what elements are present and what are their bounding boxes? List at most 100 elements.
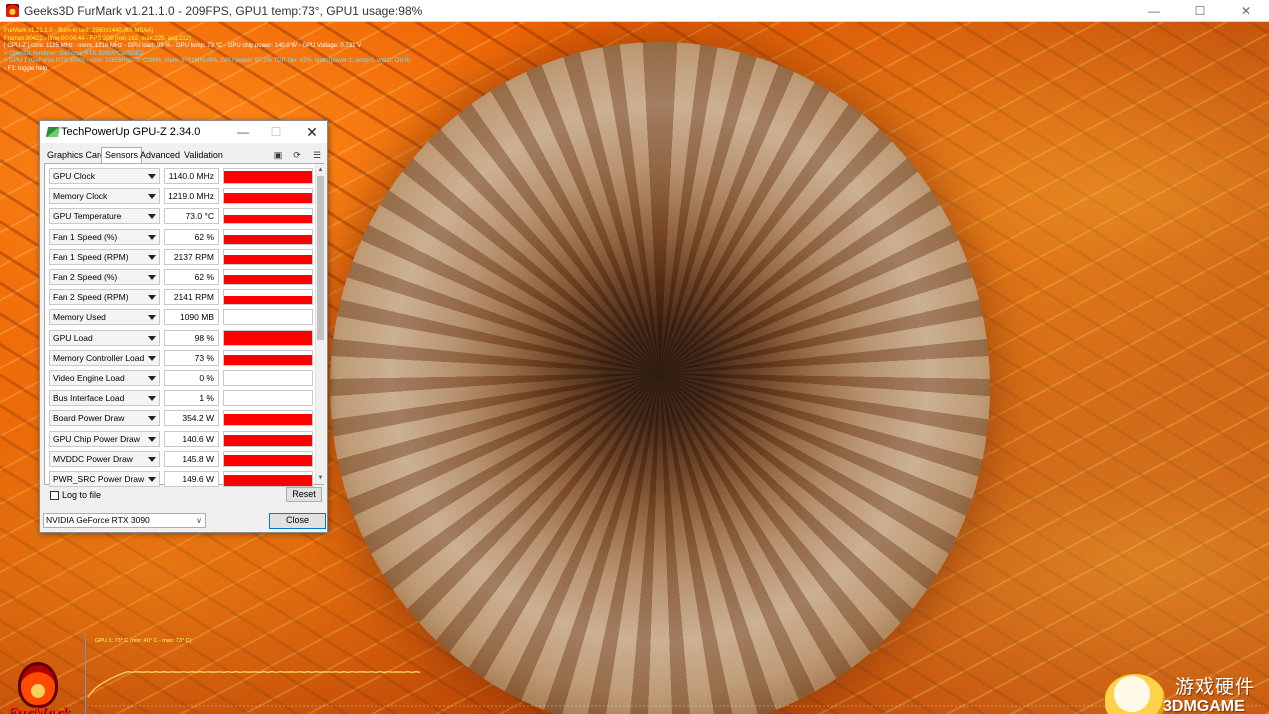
fur-donut: [330, 42, 990, 714]
tab-advanced[interactable]: Advanced: [137, 148, 183, 163]
scroll-down-icon[interactable]: ▼: [316, 474, 325, 482]
sensor-value: 62 %: [164, 228, 219, 245]
sensor-row: MVDDC Power Draw 145.8 W: [49, 450, 315, 467]
sensor-name: Fan 1 Speed (%): [53, 231, 118, 242]
sensor-graph: [223, 370, 313, 386]
osd-line: - F1: toggle help: [4, 65, 48, 72]
furmark-maximize-button[interactable]: ☐: [1177, 0, 1223, 22]
sensor-name: Fan 2 Speed (%): [53, 272, 118, 282]
sensor-value: 0 %: [164, 370, 219, 386]
sensor-name-dropdown[interactable]: GPU Chip Power Draw: [49, 430, 160, 447]
close-button[interactable]: Close: [269, 513, 326, 529]
sensor-name: GPU Clock: [53, 171, 96, 181]
sensor-name-dropdown[interactable]: Bus Interface Load: [49, 390, 160, 407]
tab-validation[interactable]: Validation: [181, 148, 226, 163]
sensor-name-dropdown[interactable]: GPU Temperature: [49, 208, 160, 225]
sensor-name-dropdown[interactable]: Memory Clock: [49, 188, 160, 205]
sensor-name-dropdown[interactable]: Memory Used: [49, 309, 160, 326]
sensor-row: Fan 1 Speed (%) 62 %: [49, 228, 315, 245]
dropdown-arrow-icon: [148, 456, 156, 462]
log-to-file-checkbox[interactable]: [50, 491, 59, 500]
sensor-value: 354.2 W: [164, 410, 219, 427]
dropdown-arrow-icon: [148, 376, 156, 381]
sensor-name-dropdown[interactable]: GPU Clock: [49, 168, 160, 184]
furmark-app-icon: [6, 4, 19, 17]
furmark-logo: FurMark: [4, 662, 74, 714]
sensor-name-dropdown[interactable]: Memory Controller Load: [49, 349, 160, 366]
refresh-icon[interactable]: ⟳: [290, 149, 304, 161]
sensor-row: Memory Clock 1219.0 MHz: [49, 188, 315, 205]
dropdown-arrow-icon: [148, 355, 156, 361]
sensor-row: Fan 1 Speed (RPM) 2137 RPM: [49, 248, 315, 265]
camera-icon[interactable]: ▣: [271, 149, 285, 161]
sensor-graph: [223, 228, 313, 245]
watermark-en-text: 3DMGAME: [1163, 698, 1245, 714]
scroll-up-icon[interactable]: ▲: [316, 166, 325, 174]
gpuz-minimize-button[interactable]: —: [225, 121, 261, 143]
sensor-graph: [223, 390, 313, 407]
sensor-name-dropdown[interactable]: Fan 1 Speed (RPM): [49, 248, 160, 265]
furmark-titlebar: Geeks3D FurMark v1.21.1.0 - 209FPS, GPU1…: [0, 0, 1269, 22]
sensor-row: GPU Load 98 %: [49, 329, 315, 346]
sensor-graph-fill: [224, 193, 312, 204]
sensor-row: Video Engine Load 0 %: [49, 370, 315, 386]
sensor-name: GPU Temperature: [53, 211, 122, 222]
sensor-row: GPU Temperature 73.0 °C: [49, 208, 315, 225]
sensor-value: 73.0 °C: [164, 208, 219, 225]
sensors-panel: GPU Clock 1140.0 MHz Memory Clock 1219.0 MH…: [44, 163, 325, 487]
sensor-graph-fill: [224, 275, 312, 284]
gpu-select-dropdown[interactable]: NVIDIA GeForce RTX 3090 ∨: [43, 513, 206, 528]
sensor-name-dropdown[interactable]: GPU Load: [49, 329, 160, 346]
sensor-name-dropdown[interactable]: Board Power Draw: [49, 410, 160, 427]
furmark-minimize-button[interactable]: —: [1131, 0, 1177, 22]
sensor-value: 1090 MB: [164, 309, 219, 326]
sensor-graph: [223, 188, 313, 205]
gpuz-titlebar: TechPowerUp GPU-Z 2.34.0 — ☐ ✕: [40, 121, 327, 143]
sensor-row: Board Power Draw 354.2 W: [49, 410, 315, 427]
osd-line: > OpenGL renderer: GeForce RTX 3090/PCIe…: [4, 50, 144, 57]
gpuz-maximize-button: ☐: [270, 125, 282, 139]
reset-button[interactable]: Reset: [286, 487, 322, 502]
sensor-name-dropdown[interactable]: Fan 2 Speed (%): [49, 269, 160, 285]
sensor-name: MVDDC Power Draw: [53, 453, 133, 464]
furmark-flame-icon: [18, 662, 58, 708]
sensor-scrollbar[interactable]: ▲ ▼: [315, 164, 325, 484]
dropdown-arrow-icon: [148, 335, 156, 341]
dropdown-arrow-icon: [148, 254, 156, 260]
sensor-name-dropdown[interactable]: MVDDC Power Draw: [49, 450, 160, 467]
sensor-graph: [223, 430, 313, 447]
furmark-close-button[interactable]: ✕: [1223, 0, 1269, 22]
sensor-name-dropdown[interactable]: Video Engine Load: [49, 370, 160, 386]
sensor-graph-fill: [224, 255, 312, 264]
gpu-temp-graph-label: GPU 1: 73° C (min: 40° C - max: 73° C): [95, 638, 192, 644]
dropdown-arrow-icon: [148, 436, 156, 442]
tab-graphics-card[interactable]: Graphics Card: [44, 148, 108, 163]
sensor-row: Bus Interface Load 1 %: [49, 390, 315, 407]
sensor-value: 62 %: [164, 269, 219, 285]
log-to-file-label: Log to file: [62, 490, 102, 500]
sensor-name-dropdown[interactable]: Fan 1 Speed (%): [49, 228, 160, 245]
scrollbar-thumb[interactable]: [317, 176, 324, 340]
tab-sensors[interactable]: Sensors: [101, 147, 143, 163]
sensor-value: 149.6 W: [164, 471, 219, 487]
sensor-value: 140.6 W: [164, 430, 219, 447]
osd-line: > GPU 1 (GeForce RTX 3090) - core: 1065M…: [4, 58, 411, 64]
sensor-name: Fan 1 Speed (RPM): [53, 251, 129, 262]
sensor-graph: [223, 168, 313, 184]
furmark-logo-text: FurMark: [7, 706, 71, 714]
sensor-graph: [223, 248, 313, 265]
sensor-row: Fan 2 Speed (RPM) 2141 RPM: [49, 289, 315, 306]
watermark-bird-icon: [1105, 674, 1165, 714]
furmark-window-title: Geeks3D FurMark v1.21.1.0 - 209FPS, GPU1…: [24, 4, 423, 18]
gpuz-app-icon: [45, 127, 61, 137]
furmark-osd: FurMark v1.21.1.0 - Burn-in test, 2560x1…: [4, 28, 410, 73]
sensor-row: Memory Used 1090 MB: [49, 309, 315, 326]
gpuz-close-window-button[interactable]: ✕: [294, 121, 330, 143]
menu-icon[interactable]: ☰: [310, 149, 324, 161]
watermark-cn-text: 游戏硬件: [1175, 677, 1256, 698]
osd-line: FurMark v1.21.1.0 - Burn-in test, 2560x1…: [4, 28, 154, 34]
sensor-name-dropdown[interactable]: Fan 2 Speed (RPM): [49, 289, 160, 306]
sensor-name: PWR_SRC Power Draw: [53, 474, 145, 484]
dropdown-arrow-icon: [148, 214, 156, 220]
sensor-name-dropdown[interactable]: PWR_SRC Power Draw: [49, 471, 160, 487]
